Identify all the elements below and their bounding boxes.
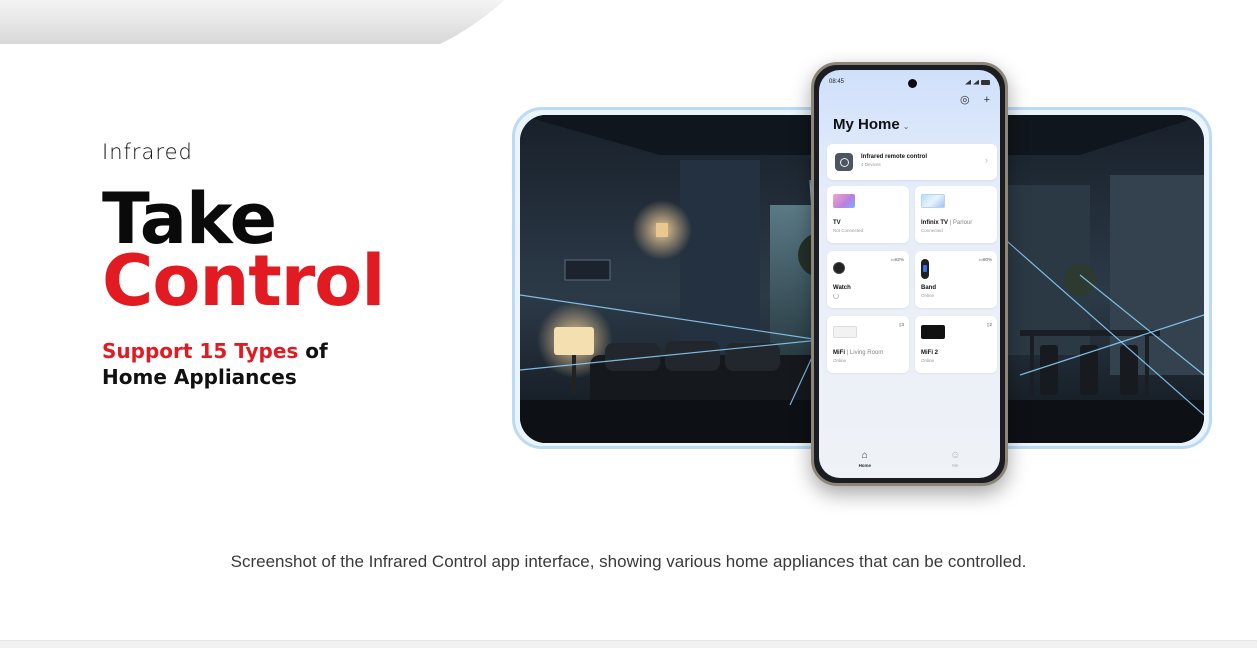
phone-mockup: 08:45 ◎ + My Home ⌄ Infrared remote contr… [811,62,1008,486]
hero-eyebrow: Infrared [102,140,193,164]
hero-text-block: Infrared Take Control Support 15 Types o… [102,140,482,390]
device-name: TV [833,220,841,226]
chevron-down-icon: ⌄ [902,122,910,131]
home-icon: ⌂ [861,449,868,461]
nav-home-label: Home [858,462,872,468]
home-title: My Home [833,116,900,133]
device-status: Not Connected [833,228,864,233]
nav-me-label: Me [952,462,959,468]
battery-icon [981,79,990,85]
status-time: 08:45 [829,79,845,85]
hero-subtitle-accent: Support 15 Types [102,339,299,363]
footer-divider [0,640,1257,648]
bottom-nav: ⌂ Home ☺ Me [819,440,1000,478]
device-room: Parlour [952,220,973,226]
battery-badge: ▭80% [978,257,992,262]
remote-control-icon [835,153,853,171]
nav-me[interactable]: ☺ Me [950,449,961,468]
device-name: MiFi [833,350,845,356]
device-card-tv[interactable]: TV Not Connected [827,186,909,243]
add-icon[interactable]: + [984,94,990,106]
device-room: Living Room [849,350,884,356]
phone-screen: 08:45 ◎ + My Home ⌄ Infrared remote contr… [819,70,1000,478]
router-icon [921,325,945,339]
device-status: Online [833,358,847,363]
device-status: Connected [921,228,943,233]
device-card-infinix-tv[interactable]: Infinix TV | Parlour Connected [915,186,997,243]
loading-spinner-icon [833,293,839,299]
battery-badge: ▭82% [890,257,904,262]
nav-home[interactable]: ⌂ Home [858,449,872,468]
image-caption: Screenshot of the Infrared Control app i… [230,552,1027,571]
device-card-mifi[interactable]: ▯3 MiFi | Living Room Online [827,316,909,373]
band-icon [921,259,929,279]
hero-subtitle: Support 15 Types of Home Appliances [102,338,482,390]
device-card-mifi-2[interactable]: ▯2 MiFi 2 Online [915,316,997,373]
connected-count-badge: ▯2 [987,322,992,327]
connected-count-badge: ▯3 [899,322,904,327]
device-card-watch[interactable]: ▭82% Watch [827,251,909,308]
tv-icon [833,194,855,208]
device-name: Infinix TV [921,220,948,226]
device-name-row: MiFi | Living Room [833,350,884,356]
top-actions: ◎ + [960,94,990,106]
hero-title-line2: Control [102,240,385,322]
tv-icon [921,194,945,208]
ir-card-title: Infrared remote control [861,154,928,160]
watch-icon [833,259,845,277]
chevron-right-icon: › [985,155,988,165]
ir-remote-card[interactable]: Infrared remote control 4 Devices › [827,144,997,180]
user-icon: ☺ [950,449,961,461]
device-name: Band [921,285,936,291]
decorative-top-tab [0,0,505,44]
device-card-band[interactable]: ▭80% Band Online [915,251,997,308]
device-name: Watch [833,285,851,291]
device-name-row: Infinix TV | Parlour [921,220,973,226]
hero-subtitle-rest: of [298,339,328,363]
hero-subtitle-line2: Home Appliances [102,365,297,389]
device-status: Online [921,358,935,363]
home-selector[interactable]: My Home ⌄ [833,116,909,133]
message-icon[interactable]: ◎ [960,94,970,106]
front-camera [908,79,917,88]
router-icon [833,326,857,338]
signal-icon-2 [973,79,979,85]
signal-icon [965,79,971,85]
device-name: MiFi 2 [921,350,939,356]
ir-card-status: 4 Devices [861,162,881,167]
device-status: Online [921,293,935,298]
status-icons [965,79,990,85]
